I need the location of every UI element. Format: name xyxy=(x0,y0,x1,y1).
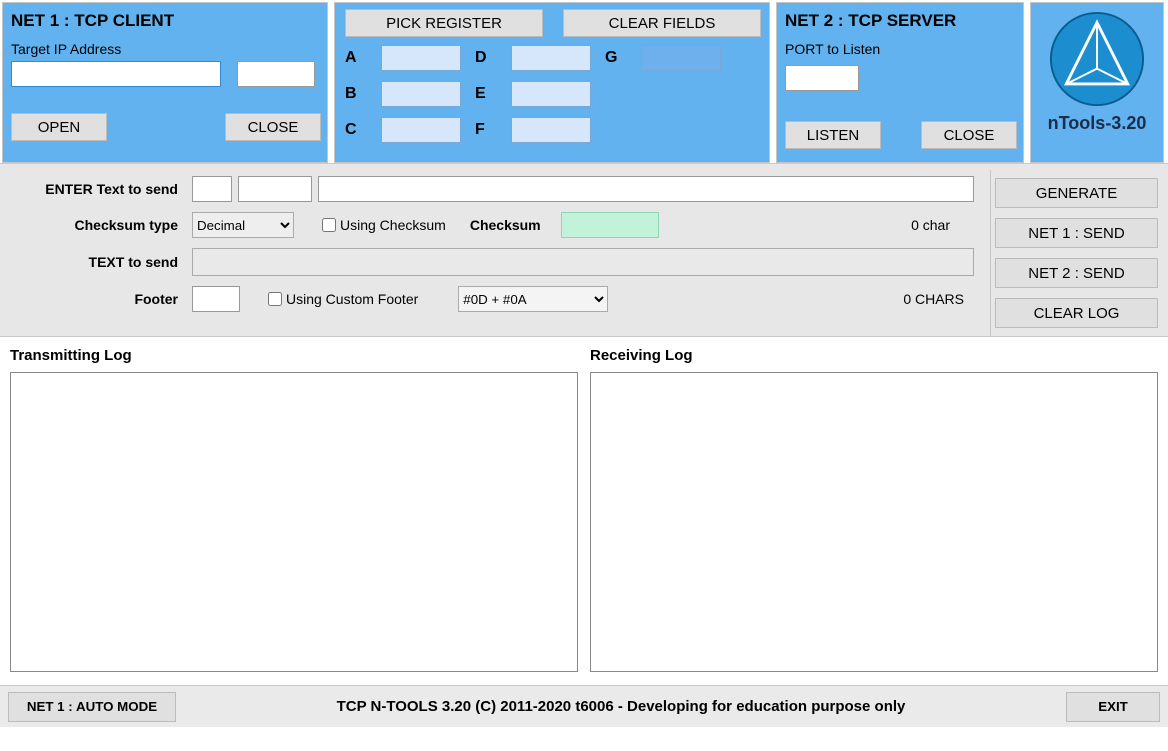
char-count-text: 0 char xyxy=(911,217,974,233)
reg-c-input[interactable] xyxy=(381,117,461,143)
net2-send-button[interactable]: NET 2 : SEND xyxy=(995,258,1158,288)
send-prefix1-input[interactable] xyxy=(192,176,232,202)
net1-ip-input[interactable] xyxy=(11,61,221,87)
reg-d-input[interactable] xyxy=(511,45,591,71)
reg-g-input[interactable] xyxy=(641,45,721,71)
net2-port-input[interactable] xyxy=(785,65,859,91)
net2-listen-button[interactable]: LISTEN xyxy=(785,121,881,149)
net2-panel: NET 2 : TCP SERVER PORT to Listen LISTEN… xyxy=(776,2,1024,163)
reg-a-label: A xyxy=(345,49,367,67)
using-checksum-label: Using Checksum xyxy=(340,217,446,233)
net1-panel: NET 1 : TCP CLIENT Target IP Address OPE… xyxy=(2,2,328,163)
checksum-value-input[interactable] xyxy=(561,212,659,238)
checksum-type-select[interactable]: Decimal xyxy=(192,212,294,238)
reg-f-label: F xyxy=(475,121,497,139)
brand-name: nTools-3.20 xyxy=(1048,113,1147,134)
net1-close-button[interactable]: CLOSE xyxy=(225,113,321,141)
footer-label: Footer xyxy=(14,291,192,307)
reg-b-input[interactable] xyxy=(381,81,461,107)
footer-input[interactable] xyxy=(192,286,240,312)
status-bar: NET 1 : AUTO MODE TCP N-TOOLS 3.20 (C) 2… xyxy=(0,685,1168,727)
app-logo-icon xyxy=(1049,11,1145,107)
reg-c-label: C xyxy=(345,121,367,139)
send-area: ENTER Text to send Checksum type Decimal… xyxy=(6,170,982,336)
send-main-input[interactable] xyxy=(318,176,974,202)
checksum-type-label: Checksum type xyxy=(14,217,192,233)
chars-count-text: 0 CHARS xyxy=(903,291,974,307)
net2-title: NET 2 : TCP SERVER xyxy=(785,11,1017,31)
rx-log-box[interactable] xyxy=(590,372,1158,672)
pick-register-button[interactable]: PICK REGISTER xyxy=(345,9,543,37)
net1-ip-label: Target IP Address xyxy=(11,41,321,57)
net2-close-button[interactable]: CLOSE xyxy=(921,121,1017,149)
reg-e-input[interactable] xyxy=(511,81,591,107)
using-footer-checkbox[interactable] xyxy=(268,292,282,306)
rx-log-title: Receiving Log xyxy=(590,347,1158,364)
clear-fields-button[interactable]: CLEAR FIELDS xyxy=(563,9,761,37)
using-checksum-checkbox[interactable] xyxy=(322,218,336,232)
status-text: TCP N-TOOLS 3.20 (C) 2011-2020 t6006 - D… xyxy=(176,698,1066,715)
auto-mode-button[interactable]: NET 1 : AUTO MODE xyxy=(8,692,176,722)
registers-panel: PICK REGISTER CLEAR FIELDS A D G B E C F xyxy=(334,2,770,163)
send-prefix2-input[interactable] xyxy=(238,176,312,202)
net1-port-input[interactable] xyxy=(237,61,315,87)
net1-send-button[interactable]: NET 1 : SEND xyxy=(995,218,1158,248)
net2-port-label: PORT to Listen xyxy=(785,41,1017,57)
generate-button[interactable]: GENERATE xyxy=(995,178,1158,208)
reg-b-label: B xyxy=(345,85,367,103)
text-to-send-label: TEXT to send xyxy=(14,254,192,270)
action-column: GENERATE NET 1 : SEND NET 2 : SEND CLEAR… xyxy=(990,170,1162,336)
brand-panel: nTools-3.20 xyxy=(1030,2,1164,163)
text-to-send-display xyxy=(192,248,974,276)
reg-a-input[interactable] xyxy=(381,45,461,71)
reg-g-label: G xyxy=(605,49,627,67)
reg-d-label: D xyxy=(475,49,497,67)
reg-f-input[interactable] xyxy=(511,117,591,143)
footer-select[interactable]: #0D + #0A xyxy=(458,286,608,312)
net1-title: NET 1 : TCP CLIENT xyxy=(11,11,321,31)
exit-button[interactable]: EXIT xyxy=(1066,692,1160,722)
using-footer-label: Using Custom Footer xyxy=(286,291,418,307)
tx-log-title: Transmitting Log xyxy=(10,347,578,364)
reg-e-label: E xyxy=(475,85,497,103)
tx-log-box[interactable] xyxy=(10,372,578,672)
clear-log-button[interactable]: CLEAR LOG xyxy=(995,298,1158,328)
net1-open-button[interactable]: OPEN xyxy=(11,113,107,141)
checksum-label: Checksum xyxy=(470,217,541,233)
enter-text-label: ENTER Text to send xyxy=(14,181,192,197)
